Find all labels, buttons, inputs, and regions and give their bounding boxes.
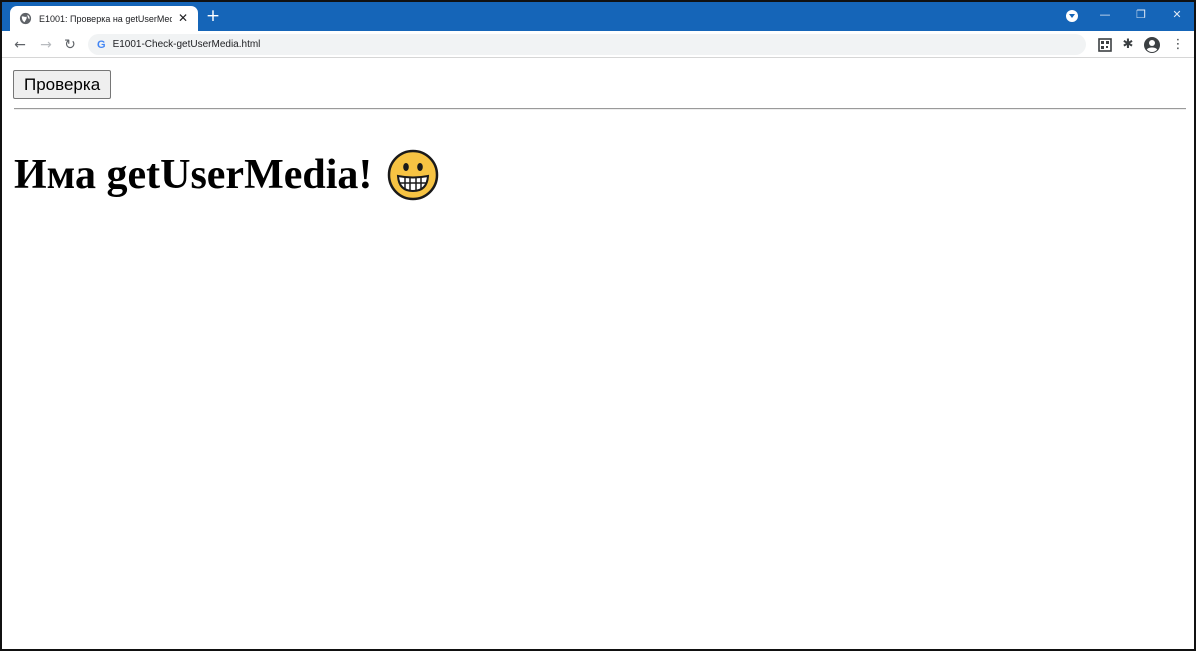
google-icon: G (97, 38, 106, 51)
tab-search-icon[interactable] (1066, 10, 1078, 22)
profile-icon[interactable] (1142, 35, 1162, 55)
result-text: Има getUserMedia! (14, 152, 373, 198)
browser-window: E1001: Проверка на getUserMedia ✕ + — ❐ … (0, 0, 1196, 651)
forward-button[interactable]: → (36, 35, 56, 55)
back-button[interactable]: ← (10, 35, 30, 55)
horizontal-rule (14, 108, 1186, 110)
close-window-button[interactable]: ✕ (1160, 4, 1194, 26)
menu-icon[interactable]: ⋮ (1168, 35, 1188, 55)
address-bar[interactable]: G E1001-Check-getUserMedia.html (88, 34, 1086, 55)
extensions-icon[interactable]: ✱ (1118, 35, 1138, 55)
globe-icon (19, 12, 32, 25)
minimize-button[interactable]: — (1088, 4, 1122, 26)
result-headline: Има getUserMedia! (14, 149, 439, 201)
new-tab-button[interactable]: + (204, 7, 222, 25)
page-content: Проверка Има getUserMedia! (2, 59, 1194, 649)
browser-tab[interactable]: E1001: Проверка на getUserMedia ✕ (10, 6, 198, 31)
tab-strip: E1001: Проверка на getUserMedia ✕ + — ❐ … (2, 2, 1194, 31)
tab-close-icon[interactable]: ✕ (176, 11, 190, 25)
qr-code-icon[interactable] (1095, 35, 1115, 55)
grinning-face-icon (388, 149, 439, 201)
browser-toolbar: ← → ↻ G E1001-Check-getUserMedia.html ✱ … (2, 31, 1194, 58)
check-button[interactable]: Проверка (13, 70, 112, 99)
restore-button[interactable]: ❐ (1124, 4, 1158, 26)
url-text: E1001-Check-getUserMedia.html (112, 39, 261, 50)
reload-button[interactable]: ↻ (60, 35, 80, 55)
tab-title: E1001: Проверка на getUserMedia (39, 13, 172, 24)
